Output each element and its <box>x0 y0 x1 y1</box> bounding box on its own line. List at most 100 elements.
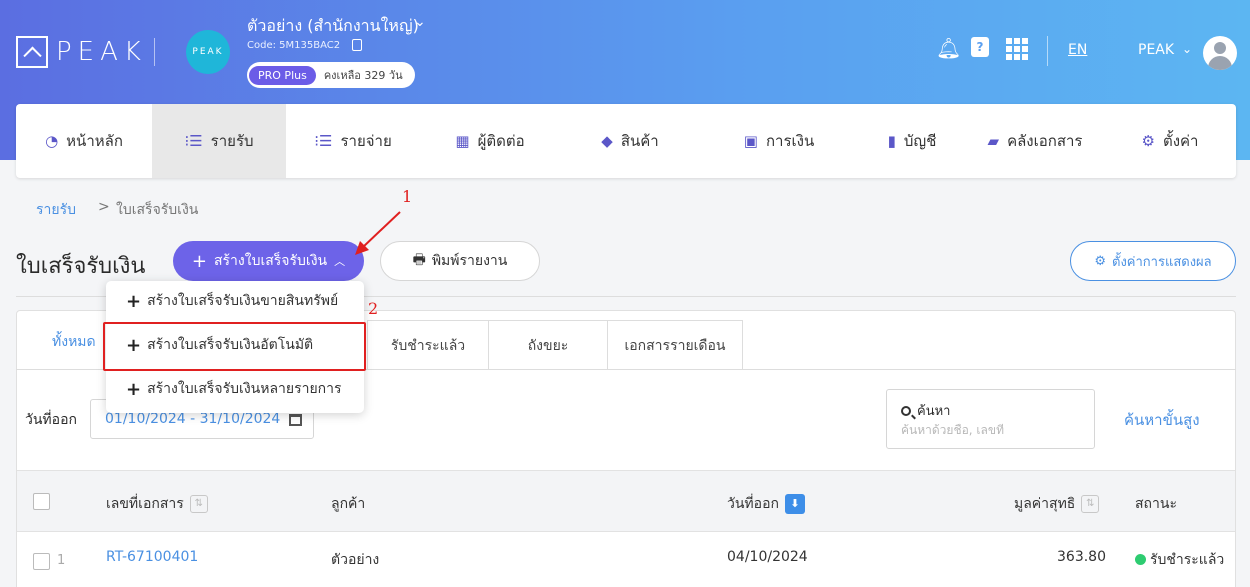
menu-item-asset-sale-receipt[interactable]: + สร้างใบเสร็จรับเงินขายสินทรัพย์ <box>106 281 364 321</box>
annotation-step-1: 1 <box>402 187 413 206</box>
search-icon <box>901 405 911 416</box>
column-date[interactable]: วันที่ออก ⬇ <box>727 493 805 515</box>
select-all-checkbox[interactable] <box>33 493 50 510</box>
column-status: สถานะ <box>1135 493 1177 515</box>
column-label: สถานะ <box>1135 496 1177 512</box>
customer-name: ตัวอย่าง <box>331 552 380 568</box>
column-amount[interactable]: มูลค่าสุทธิ ⇅ <box>1014 493 1100 515</box>
nav-item-4[interactable]: ◆ สินค้า <box>560 104 700 178</box>
plus-icon: + <box>126 378 142 400</box>
display-settings-button[interactable]: ⚙ ตั้งค่าการแสดงผล <box>1070 241 1236 281</box>
nav-item-0[interactable]: ◔ หน้าหลัก <box>16 104 152 178</box>
sort-icon[interactable]: ⇅ <box>189 495 208 513</box>
money-icon: ▣ <box>743 132 758 150</box>
print-button-label: พิมพ์รายงาน <box>431 253 508 269</box>
peak-logo[interactable]: PEAK <box>16 36 147 68</box>
annotation-arrow-icon <box>355 211 401 255</box>
org-code: Code: 5M135BAC2 <box>247 40 341 51</box>
column-doc-no[interactable]: เลขที่เอกสาร ⇅ <box>106 493 208 515</box>
status-label: รับชำระแล้ว <box>1150 552 1225 568</box>
income-icon: ⁝☰ <box>184 132 203 150</box>
main-nav: ◔ หน้าหลัก ⁝☰ รายรับ ⁝☰ รายจ่าย ▦ ผู้ติดต่อ ◆ สิน… <box>16 104 1236 178</box>
nav-item-5[interactable]: ▣ การเงิน <box>700 104 858 178</box>
annotation-step-2: 2 <box>368 299 379 318</box>
plan-pill: PRO Plus คงเหลือ 329 วัน <box>247 62 415 88</box>
days-left: คงเหลือ 329 วัน <box>323 69 403 82</box>
nav-item-2[interactable]: ⁝☰ รายจ่าย <box>286 104 420 178</box>
column-label: ลูกค้า <box>331 496 366 512</box>
search-box[interactable]: ค้นหา <box>886 389 1095 449</box>
column-customer: ลูกค้า <box>331 493 365 515</box>
ledger-icon: ▮ <box>887 132 896 150</box>
display-settings-label: ตั้งค่าการแสดงผล <box>1112 254 1212 270</box>
divider <box>154 38 155 66</box>
create-receipt-button[interactable]: + สร้างใบเสร็จรับเงิน ︿ <box>173 241 364 281</box>
nav-item-7[interactable]: ▰ คลังเอกสาร <box>966 104 1104 178</box>
user-avatar[interactable] <box>1203 36 1237 70</box>
breadcrumb-parent[interactable]: รายรับ <box>36 199 76 221</box>
nav-item-label: หน้าหลัก <box>66 132 123 150</box>
sort-down-icon[interactable]: ⬇ <box>784 494 805 514</box>
menu-item-label: สร้างใบเสร็จรับเงินหลายรายการ <box>147 381 342 397</box>
create-button-label: สร้างใบเสร็จรับเงิน <box>213 253 328 269</box>
column-label: เลขที่เอกสาร <box>106 496 184 512</box>
printer-icon: 🖶 <box>412 252 426 268</box>
folder-icon: ▰ <box>987 132 1000 150</box>
plus-icon: + <box>126 290 142 312</box>
nav-item-6[interactable]: ▮ บัญชี <box>858 104 966 178</box>
divider <box>1047 36 1048 66</box>
nav-item-label: สินค้า <box>620 132 659 150</box>
help-book-icon[interactable]: ? <box>971 37 989 57</box>
column-label: วันที่ออก <box>727 496 779 512</box>
nav-item-label: รายรับ <box>210 132 254 150</box>
nav-item-label: ผู้ติดต่อ <box>477 132 525 150</box>
logo-text: PEAK <box>56 37 147 67</box>
nav-item-label: รายจ่าย <box>340 132 392 150</box>
copy-icon[interactable] <box>352 39 362 51</box>
highlight-box <box>103 322 366 371</box>
contacts-icon: ▦ <box>455 132 470 150</box>
breadcrumb-separator: > <box>98 199 110 215</box>
tab-trash[interactable]: ถังขยะ <box>488 320 608 370</box>
nav-item-3[interactable]: ▦ ผู้ติดต่อ <box>420 104 560 178</box>
page-title: ใบเสร็จรับเงิน <box>16 254 146 279</box>
org-avatar: PEAK <box>186 30 230 74</box>
bell-icon[interactable]: 🔔︎ <box>936 36 961 60</box>
search-label-text: ค้นหา <box>917 404 951 419</box>
table-header: เลขที่เอกสาร ⇅ ลูกค้า วันที่ออก ⬇ มูลค่าสุ… <box>17 470 1235 532</box>
org-name[interactable]: ตัวอย่าง (สำนักงานใหญ่) <box>247 14 419 39</box>
logo-mark-icon <box>16 36 48 68</box>
nav-item-label: บัญชี <box>903 132 937 150</box>
chevron-down-icon[interactable]: ⌄ <box>414 14 426 30</box>
chevron-down-icon[interactable]: ⌄ <box>1182 42 1192 56</box>
calendar-icon[interactable] <box>289 414 302 426</box>
nav-item-label: การเงิน <box>765 132 815 150</box>
nav-item-label: คลังเอกสาร <box>1007 132 1083 150</box>
advanced-search-link[interactable]: ค้นหาขั้นสูง <box>1124 408 1200 432</box>
column-label: มูลค่าสุทธิ <box>1014 496 1076 512</box>
status-dot-icon <box>1135 554 1146 565</box>
nav-item-1[interactable]: ⁝☰ รายรับ <box>152 104 286 178</box>
issue-date: 04/10/2024 <box>727 549 808 565</box>
menu-item-multi-receipt[interactable]: + สร้างใบเสร็จรับเงินหลายรายการ <box>106 369 364 409</box>
plan-badge: PRO Plus <box>249 65 316 85</box>
sort-icon[interactable]: ⇅ <box>1081 495 1100 513</box>
gear-icon: ⚙ <box>1141 132 1155 150</box>
search-input[interactable] <box>901 423 1081 437</box>
date-range-value: 01/10/2024 - 31/10/2024 <box>105 411 281 427</box>
chevron-up-icon: ︿ <box>334 255 346 268</box>
doc-no-link[interactable]: RT-67100401 <box>106 549 198 565</box>
tab-paid[interactable]: รับชำระแล้ว <box>367 320 489 370</box>
user-name[interactable]: PEAK <box>1138 42 1174 58</box>
menu-item-label: สร้างใบเสร็จรับเงินขายสินทรัพย์ <box>147 293 339 309</box>
row-checkbox[interactable] <box>33 553 50 570</box>
breadcrumb-current: ใบเสร็จรับเงิน <box>116 202 199 218</box>
expense-icon: ⁝☰ <box>314 132 333 150</box>
language-link[interactable]: EN <box>1068 42 1087 58</box>
apps-grid-icon[interactable] <box>1006 38 1028 60</box>
nav-item-8[interactable]: ⚙ ตั้งค่า <box>1104 104 1236 178</box>
gear-icon: ⚙ <box>1094 253 1106 269</box>
net-amount: 363.80 <box>1057 549 1106 565</box>
date-filter-label: วันที่ออก <box>25 412 77 428</box>
tab-monthly-documents[interactable]: เอกสารรายเดือน <box>607 320 743 370</box>
